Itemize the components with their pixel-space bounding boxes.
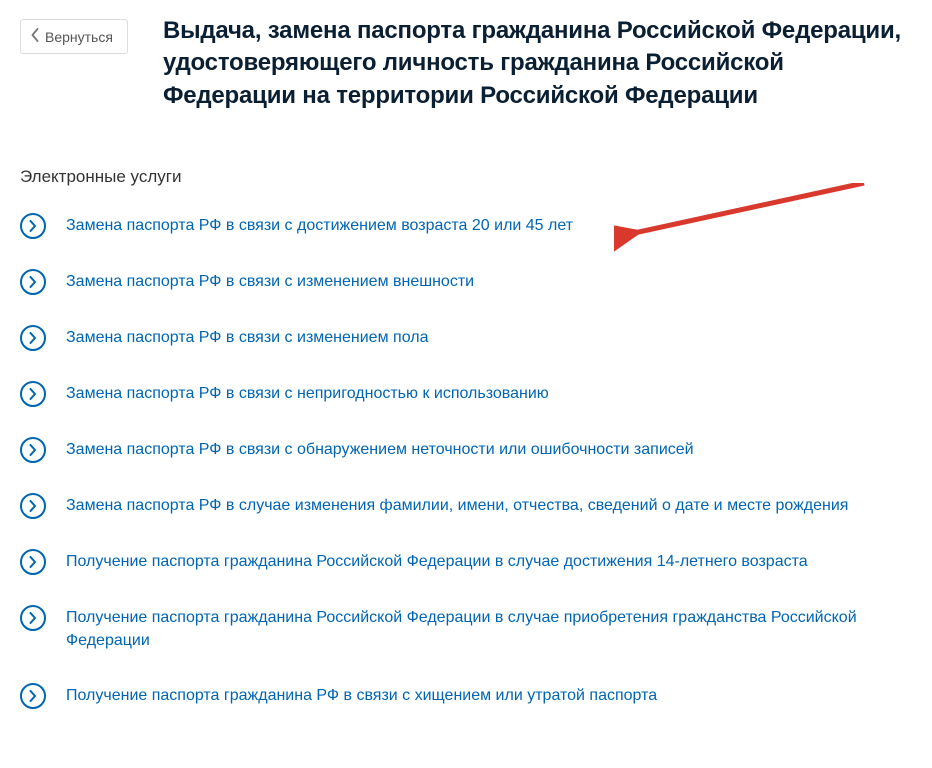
chevron-right-circle-icon <box>20 549 46 575</box>
back-button-label: Вернуться <box>45 29 113 45</box>
chevron-right-circle-icon <box>20 213 46 239</box>
header-row: Вернуться Выдача, замена паспорта гражда… <box>20 15 912 112</box>
service-link-lost[interactable]: Получение паспорта гражданина РФ в связи… <box>66 685 657 708</box>
list-item: Замена паспорта РФ в связи с достижением… <box>20 215 912 239</box>
service-link-gender[interactable]: Замена паспорта РФ в связи с изменением … <box>66 327 428 350</box>
list-item: Получение паспорта гражданина Российской… <box>20 551 912 575</box>
chevron-right-circle-icon <box>20 269 46 295</box>
list-item: Замена паспорта РФ в связи с изменением … <box>20 327 912 351</box>
section-title: Электронные услуги <box>20 167 912 187</box>
list-item: Получение паспорта гражданина РФ в связи… <box>20 685 912 709</box>
back-button[interactable]: Вернуться <box>20 19 128 54</box>
service-link-citizenship[interactable]: Получение паспорта гражданина Российской… <box>66 607 912 653</box>
chevron-right-circle-icon <box>20 381 46 407</box>
list-item: Замена паспорта РФ в связи с изменением … <box>20 271 912 295</box>
page-title: Выдача, замена паспорта гражданина Росси… <box>163 15 912 112</box>
service-link-age-20-45[interactable]: Замена паспорта РФ в связи с достижением… <box>66 215 573 238</box>
chevron-right-circle-icon <box>20 437 46 463</box>
service-link-name-change[interactable]: Замена паспорта РФ в случае изменения фа… <box>66 495 848 518</box>
chevron-right-circle-icon <box>20 325 46 351</box>
list-item: Замена паспорта РФ в связи с обнаружение… <box>20 439 912 463</box>
chevron-left-icon <box>31 28 39 45</box>
chevron-right-circle-icon <box>20 605 46 631</box>
service-link-age-14[interactable]: Получение паспорта гражданина Российской… <box>66 551 808 574</box>
chevron-right-circle-icon <box>20 683 46 709</box>
chevron-right-circle-icon <box>20 493 46 519</box>
service-link-errors[interactable]: Замена паспорта РФ в связи с обнаружение… <box>66 439 694 462</box>
service-link-unusable[interactable]: Замена паспорта РФ в связи с непригоднос… <box>66 383 549 406</box>
service-list: Замена паспорта РФ в связи с достижением… <box>20 215 912 709</box>
list-item: Замена паспорта РФ в случае изменения фа… <box>20 495 912 519</box>
service-link-appearance[interactable]: Замена паспорта РФ в связи с изменением … <box>66 271 474 294</box>
list-item: Замена паспорта РФ в связи с непригоднос… <box>20 383 912 407</box>
list-item: Получение паспорта гражданина Российской… <box>20 607 912 653</box>
